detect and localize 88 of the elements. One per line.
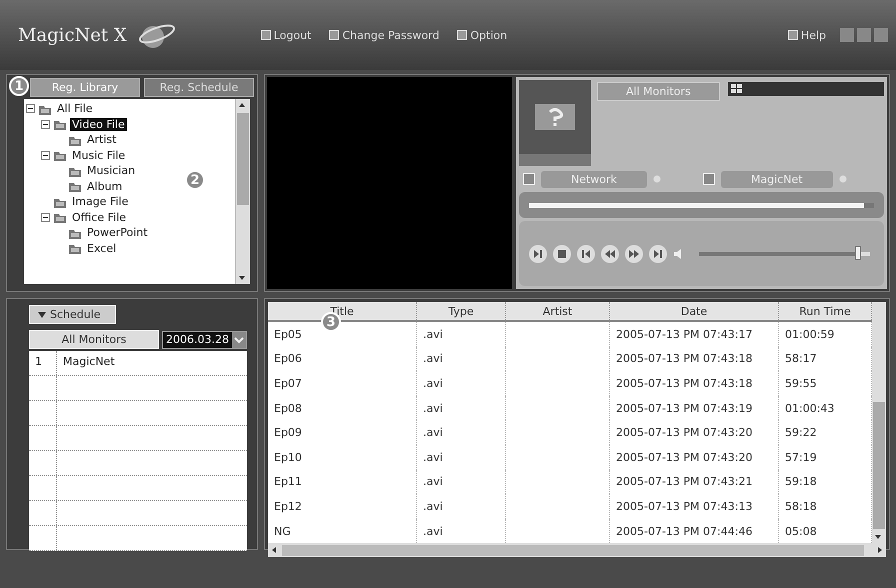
dropdown-icon (38, 312, 46, 318)
table-cell: .avi (416, 420, 506, 445)
status-label: Network (541, 170, 647, 188)
menu-icon (260, 30, 271, 40)
table-cell: 2005-07-13 PM 07:43:20 (610, 420, 778, 445)
collapse-toggle-icon[interactable] (41, 212, 50, 222)
tree-item[interactable]: Music File (70, 148, 128, 162)
tree-item[interactable]: PowerPoint (85, 226, 150, 240)
horizontal-scrollbar[interactable] (268, 543, 886, 558)
tree-item[interactable]: Album (85, 180, 124, 193)
play-pause-icon (532, 248, 544, 260)
folder-icon (68, 180, 82, 192)
status-label: MagicNet (720, 170, 833, 188)
menu-icon (457, 30, 468, 40)
collapse-toggle-icon[interactable] (41, 150, 50, 160)
table-cell: .avi (416, 321, 506, 347)
table-cell: Ep10 (268, 444, 416, 470)
menu-link[interactable]: Change Password (325, 26, 444, 44)
app-logo: MagicNet X (18, 24, 127, 46)
previous-icon (580, 248, 592, 260)
next-button[interactable] (649, 244, 667, 262)
date-value: 2006.03.28 (165, 332, 230, 347)
fast-forward-button[interactable] (625, 244, 643, 262)
tree-item[interactable]: Image File (70, 195, 130, 208)
table-cell: 2005-07-13 PM 07:43:21 (610, 470, 778, 494)
tree-item[interactable]: Excel (85, 242, 118, 255)
menu-link[interactable]: Help (784, 26, 830, 44)
indicator-icon (652, 175, 661, 183)
menu-link[interactable]: Logout (256, 26, 316, 44)
table-cell: 2005-07-13 PM 07:43:17 (610, 321, 778, 347)
scrollbar[interactable] (235, 99, 250, 284)
fast-forward-icon (628, 248, 640, 260)
collapse-toggle-icon[interactable] (26, 104, 35, 114)
column-header[interactable]: Run Time (778, 302, 872, 321)
vertical-scrollbar[interactable] (872, 302, 886, 544)
dropdown-icon (232, 332, 246, 348)
row-number: 1 (29, 351, 57, 375)
tree-item[interactable]: All File (55, 102, 95, 116)
table-cell: .avi (416, 444, 506, 470)
table-cell: 2005-07-13 PM 07:43:13 (610, 494, 778, 519)
next-icon (652, 248, 664, 260)
stop-button[interactable] (553, 244, 571, 262)
folder-icon (53, 211, 67, 224)
tree-item[interactable]: Artist (85, 133, 118, 146)
table-cell: 2005-07-13 PM 07:43:20 (610, 444, 778, 470)
folder-icon (68, 242, 82, 254)
monitor-select-button[interactable]: All Monitors (29, 330, 160, 349)
table-cell: 2005-07-13 PM 07:43:19 (610, 396, 778, 420)
table-cell: Ep09 (268, 420, 416, 445)
tree-item[interactable]: Office File (70, 210, 128, 224)
table-cell: .avi (416, 396, 506, 420)
previous-button[interactable] (577, 244, 595, 262)
table-cell: .avi (416, 371, 506, 396)
rewind-icon (604, 248, 616, 260)
grid-icon (730, 84, 743, 94)
rewind-button[interactable] (601, 244, 619, 262)
folder-icon (53, 149, 67, 162)
progress-bar[interactable] (519, 192, 884, 218)
schedule-tab[interactable]: Schedule (29, 305, 116, 324)
tree-item[interactable]: Musician (85, 164, 138, 178)
column-header[interactable]: Type (416, 302, 506, 321)
folder-icon (53, 118, 67, 130)
date-picker[interactable]: 2006.03.28 (162, 330, 247, 348)
tree-item[interactable]: Video File (70, 118, 127, 131)
unknown-monitor-icon (535, 104, 575, 130)
table-cell: Ep11 (268, 470, 416, 494)
status-icon (702, 173, 715, 185)
table-cell: .avi (416, 494, 506, 519)
schedule-entry[interactable]: MagicNet (57, 351, 247, 375)
table-cell: 2005-07-13 PM 07:43:18 (610, 346, 778, 372)
collapse-toggle-icon[interactable] (41, 120, 50, 129)
table-cell: Ep12 (268, 494, 416, 519)
column-header[interactable]: Date (610, 302, 778, 321)
column-header[interactable]: Artist (506, 302, 610, 321)
table-cell: 2005-07-13 PM 07:43:18 (610, 371, 778, 396)
table-cell: Ep07 (268, 371, 416, 396)
stop-icon (556, 248, 568, 260)
menu-icon (329, 30, 340, 40)
table-cell: .avi (416, 470, 506, 494)
status-icon (523, 173, 535, 185)
menu-icon (788, 30, 798, 40)
play-pause-button[interactable] (529, 244, 547, 262)
callout-number: 1 (9, 76, 29, 96)
table-cell: Ep06 (268, 346, 416, 372)
indicator-icon (838, 175, 847, 183)
menu-link[interactable]: Option (453, 26, 512, 44)
table-cell: .avi (416, 346, 506, 372)
table-cell: Ep08 (268, 396, 416, 420)
